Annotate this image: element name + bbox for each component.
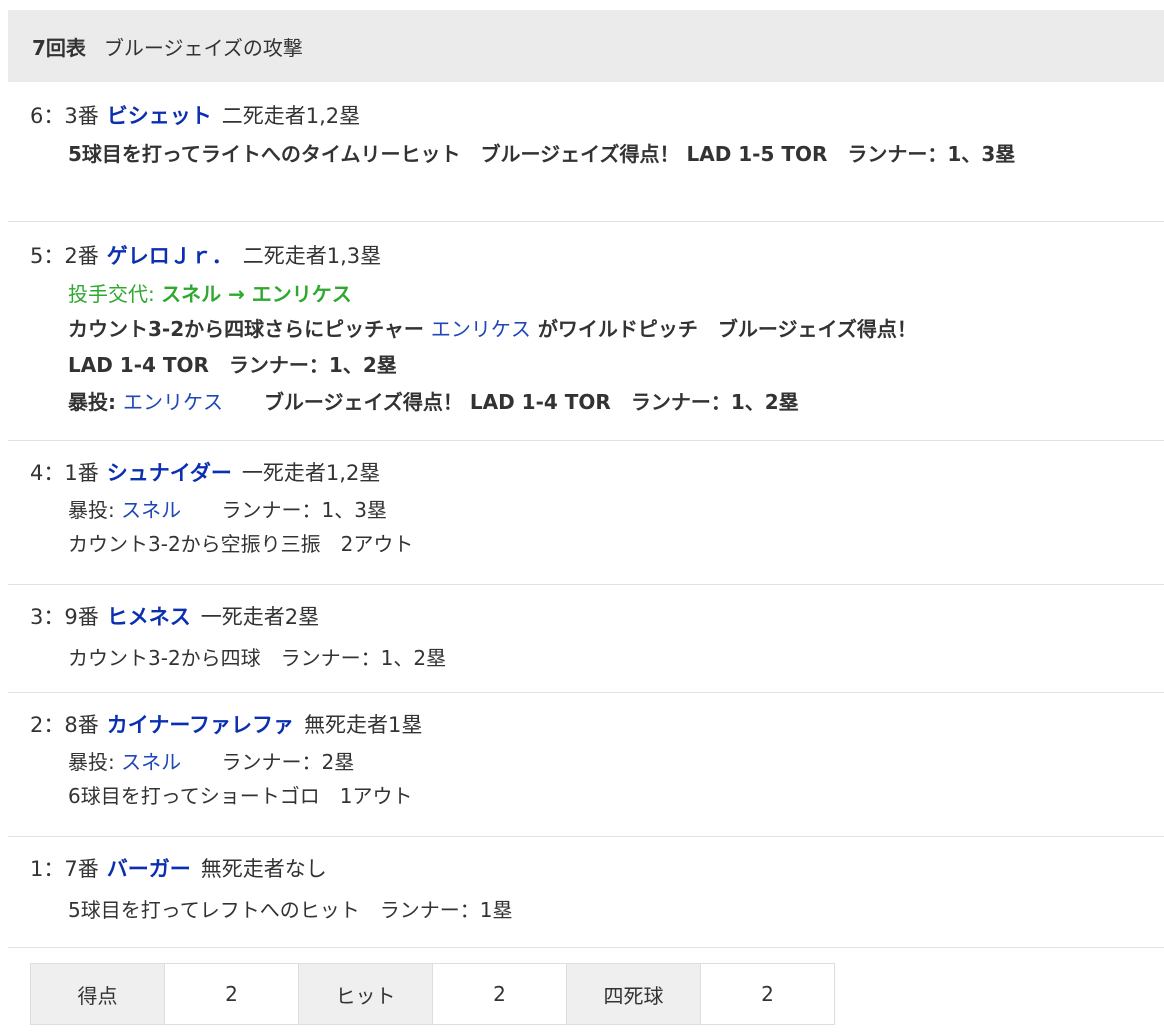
walks-value: 2 [700, 963, 835, 1025]
wild-pitch-text: ランナー：2塁 [221, 750, 355, 774]
batter-link[interactable]: カイナーファレファ [107, 713, 294, 737]
pitcher-link[interactable]: スネル [121, 498, 181, 522]
pitcher-link[interactable]: エンリケス [431, 317, 531, 341]
play-header: 6：3番 ビシェット 二死走者1,2塁 [30, 100, 1156, 132]
play-item: 2：8番 カイナーファレファ 無死走者1塁 暴投: スネル ランナー：2塁 6球目を… [8, 693, 1164, 837]
pitching-change: 投手交代: スネル → エンリケス [30, 276, 1156, 312]
runs-label: 得点 [30, 963, 165, 1025]
batter-link[interactable]: ヒメネス [107, 605, 191, 629]
hits-label: ヒット [298, 963, 433, 1025]
pitching-change-players: スネル → エンリケス [161, 282, 352, 306]
wild-pitch-label: 暴投: [68, 498, 115, 522]
batting-order: 4：1番 [30, 461, 99, 485]
pitcher-link[interactable]: スネル [121, 750, 181, 774]
batter-link[interactable]: ビシェット [107, 104, 212, 128]
batting-order: 3：9番 [30, 605, 99, 629]
hits-value: 2 [432, 963, 567, 1025]
inning-summary-table: 得点 2 ヒット 2 四死球 2 [30, 963, 835, 1025]
pitcher-link[interactable]: エンリケス [123, 390, 223, 414]
runs-value: 2 [164, 963, 299, 1025]
batter-link[interactable]: シュナイダー [107, 461, 232, 485]
play-result: 6球目を打ってショートゴロ 1アウト [68, 784, 413, 808]
inning-number: 7回表 [32, 35, 86, 60]
play-result: カウント3-2から四球 ランナー：1、2塁 [68, 646, 447, 670]
play-result: 5球目を打ってライトへのタイムリーヒット ブルージェイズ得点！ LAD 1-5 … [68, 142, 1016, 166]
wild-pitch-label: 暴投: [68, 390, 116, 414]
batting-order: 6：3番 [30, 104, 99, 128]
play-header: 1：7番 バーガー 無死走者なし [30, 853, 1156, 885]
batting-order: 5：2番 [30, 244, 99, 268]
walks-label: 四死球 [566, 963, 701, 1025]
pitching-change-label: 投手交代: [68, 282, 155, 306]
play-item: 4：1番 シュナイダー 一死走者1,2塁 暴投: スネル ランナー：1、3塁 カウン… [8, 441, 1164, 585]
play-item: 1：7番 バーガー 無死走者なし 5球目を打ってレフトへのヒット ランナー：1塁 [8, 837, 1164, 948]
play-item: 6：3番 ビシェット 二死走者1,2塁 5球目を打ってライトへのタイムリーヒット ブ… [8, 98, 1164, 222]
wild-pitch-text: ブルージェイズ得点！ LAD 1-4 TOR ランナー：1、2塁 [263, 390, 799, 414]
wild-pitch-line: 暴投: エンリケス ブルージェイズ得点！ LAD 1-4 TOR ランナー：1、… [30, 384, 1156, 420]
play-header: 5：2番 ゲレロＪｒ． 二死走者1,3塁 [30, 240, 1156, 272]
batting-order: 2：8番 [30, 713, 99, 737]
play-item: 3：9番 ヒメネス 一死走者2塁 カウント3-2から四球 ランナー：1、2塁 [8, 585, 1164, 693]
summary-row: 得点 2 ヒット 2 四死球 2 [30, 963, 835, 1025]
wild-pitch-text: ランナー：1、3塁 [221, 498, 387, 522]
play-result: カウント3-2から四球さらにピッチャー エンリケス がワイルドピッチ ブルージェ… [30, 312, 1156, 346]
play-header: 4：1番 シュナイダー 一死走者1,2塁 [30, 457, 1156, 489]
inning-header: 7回表 ブルージェイズの攻撃 [8, 10, 1164, 82]
batter-link[interactable]: ゲレロＪｒ． [107, 244, 233, 268]
wild-pitch-label: 暴投: [68, 750, 115, 774]
play-result: 5球目を打ってレフトへのヒット ランナー：1塁 [68, 898, 513, 922]
base-situation: 一死走者1,2塁 [241, 461, 381, 485]
play-header: 2：8番 カイナーファレファ 無死走者1塁 [30, 709, 1156, 741]
wild-pitch-line: 暴投: スネル ランナー：1、3塁 [30, 493, 1156, 527]
result-text: カウント3-2から四球さらにピッチャー [68, 317, 424, 341]
base-situation: 無死走者1塁 [304, 713, 423, 737]
play-result-line2: LAD 1-4 TOR ランナー：1、2塁 [68, 353, 397, 377]
batter-link[interactable]: バーガー [107, 857, 191, 881]
play-header: 3：9番 ヒメネス 一死走者2塁 [30, 601, 1156, 633]
base-situation: 二死走者1,3塁 [242, 244, 382, 268]
inning-title: ブルージェイズの攻撃 [103, 35, 303, 60]
base-situation: 一死走者2塁 [200, 605, 320, 629]
base-situation: 無死走者なし [200, 857, 327, 881]
batting-order: 1：7番 [30, 857, 99, 881]
wild-pitch-line: 暴投: スネル ランナー：2塁 [30, 745, 1156, 779]
play-result: カウント3-2から空振り三振 2アウト [68, 532, 414, 556]
play-item: 5：2番 ゲレロＪｒ． 二死走者1,3塁 投手交代: スネル → エンリケス カウン… [8, 222, 1164, 441]
inning-panel: 7回表 ブルージェイズの攻撃 6：3番 ビシェット 二死走者1,2塁 5球目を打って… [0, 0, 1164, 1033]
base-situation: 二死走者1,2塁 [221, 104, 361, 128]
result-text: がワイルドピッチ ブルージェイズ得点！ [537, 317, 917, 341]
